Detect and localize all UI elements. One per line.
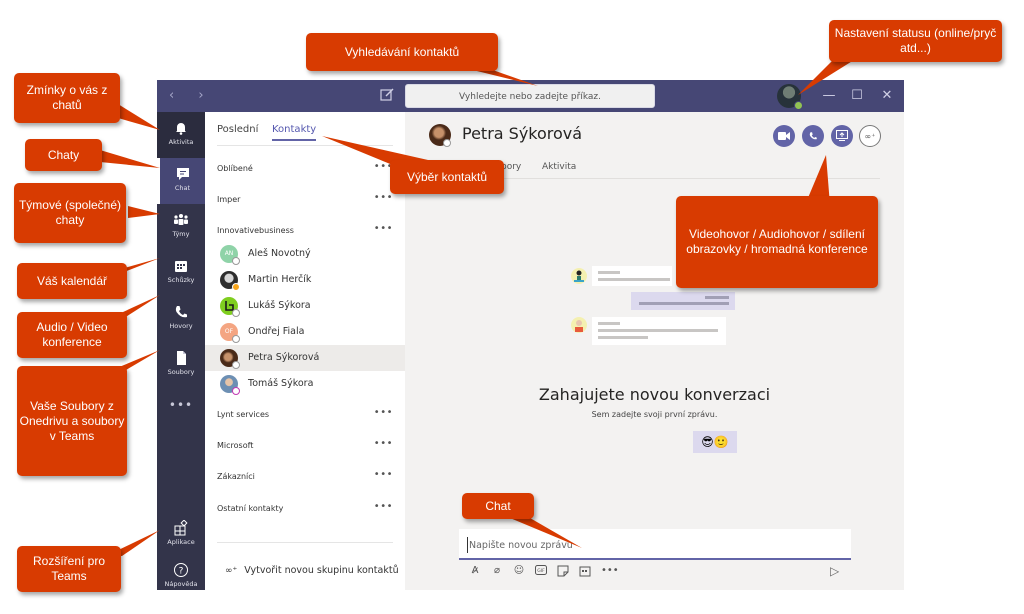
pointer-activity — [118, 104, 160, 130]
callout-files: Vaše Soubory z Onedrivu a soubory v Team… — [17, 366, 127, 476]
callout-contacts: Výběr kontaktů — [390, 160, 504, 194]
pointer-teams — [128, 206, 160, 218]
pointer-chats — [100, 150, 160, 168]
callout-chats: Chaty — [25, 139, 102, 171]
callout-calls: Audio / Video konference — [17, 312, 127, 358]
pointer-chat — [510, 518, 582, 548]
callout-status: Nastavení statusu (online/pryč atd...) — [829, 20, 1002, 62]
callout-call-actions: Videohovor / Audiohovor / sdílení obrazo… — [676, 196, 878, 288]
callout-calendar: Váš kalendář — [17, 263, 127, 299]
callout-apps: Rozšíření pro Teams — [17, 546, 121, 592]
callout-teams: Týmové (společné) chaty — [14, 183, 126, 243]
callout-search: Vyhledávání kontaktů — [306, 33, 498, 71]
callout-chat: Chat — [462, 493, 534, 519]
callout-activity: Zmínky o vás z chatů — [14, 73, 120, 123]
callout-pointers — [100, 55, 862, 556]
